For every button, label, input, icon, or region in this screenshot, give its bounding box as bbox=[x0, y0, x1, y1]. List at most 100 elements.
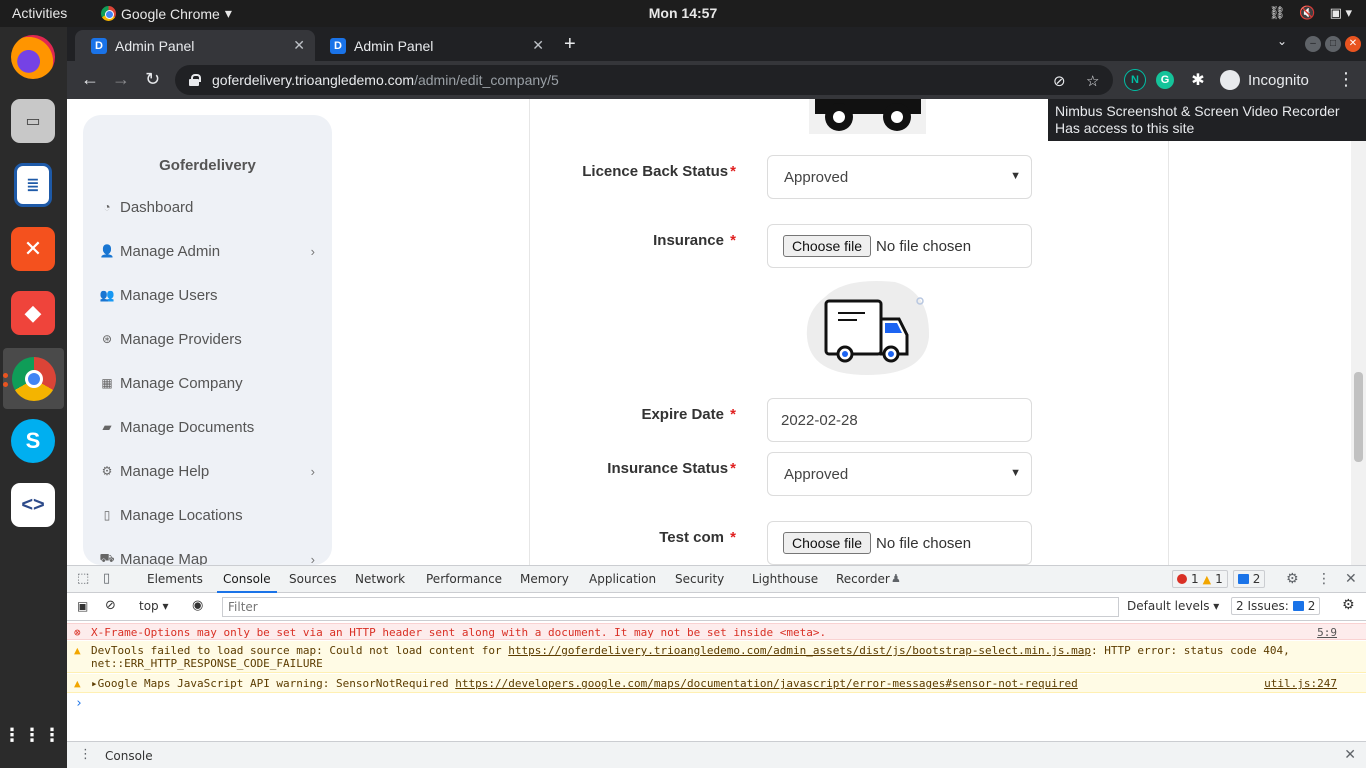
drawer-menu-icon[interactable]: ⋮ bbox=[79, 747, 92, 762]
close-devtools-icon[interactable]: ✕ bbox=[1345, 571, 1357, 587]
sidebar-item-manage-map[interactable]: ⛟ Manage Map › bbox=[99, 545, 315, 566]
dock-anydesk[interactable]: ◆ bbox=[8, 288, 58, 338]
insurance-file-input[interactable]: Choose file No file chosen bbox=[767, 224, 1032, 268]
error-warning-counter[interactable]: 1 ▲ 1 bbox=[1172, 570, 1228, 588]
sidebar-item-manage-company[interactable]: ▦ Manage Company bbox=[100, 369, 315, 397]
message-source-link[interactable]: util.js:247 bbox=[1264, 677, 1337, 690]
sidebar-item-manage-documents[interactable]: ▰ Manage Documents bbox=[100, 413, 315, 441]
console-counters[interactable]: 1 ▲ 1 2 bbox=[1172, 570, 1266, 588]
devtools-tab-security[interactable]: Security bbox=[675, 572, 724, 586]
drawer-tab-console[interactable]: Console bbox=[105, 749, 153, 763]
choose-file-button[interactable]: Choose file bbox=[783, 532, 872, 554]
bookmark-star-icon[interactable]: ☆ bbox=[1086, 72, 1099, 90]
incognito-indicator[interactable]: Incognito bbox=[1220, 67, 1309, 93]
console-settings-gear-icon[interactable]: ⚙ bbox=[1342, 597, 1355, 613]
expand-arrow-icon[interactable]: ▸ bbox=[91, 677, 98, 690]
console-prompt-icon[interactable]: › bbox=[75, 696, 83, 711]
extensions-puzzle-icon[interactable]: ✱ bbox=[1187, 69, 1209, 91]
browser-tab[interactable]: D Admin Panel ✕ bbox=[75, 30, 315, 61]
devtools-tab-console[interactable]: Console bbox=[217, 572, 277, 593]
sidebar-toggle-icon[interactable]: ▣ bbox=[77, 599, 88, 613]
message-counter[interactable]: 2 bbox=[1232, 570, 1266, 588]
message-source-link[interactable]: 5:9 bbox=[1317, 626, 1337, 639]
chevron-right-icon: › bbox=[310, 243, 315, 259]
issues-button[interactable]: 2 Issues: 2 bbox=[1231, 597, 1321, 615]
licence-back-status-select[interactable]: Approved ▼ bbox=[767, 155, 1032, 199]
tab-search-icon[interactable]: ⌄ bbox=[1277, 34, 1287, 48]
insurance-label: Insurance * bbox=[653, 232, 736, 249]
sidebar-item-manage-providers[interactable]: ⊛ Manage Providers bbox=[100, 325, 315, 353]
maximize-button[interactable]: □ bbox=[1325, 36, 1341, 52]
close-window-button[interactable]: ✕ bbox=[1345, 36, 1361, 52]
sidebar-item-manage-admin[interactable]: 👤 Manage Admin › bbox=[100, 237, 315, 265]
log-levels-dropdown[interactable]: Default levels ▾ bbox=[1127, 599, 1219, 613]
dock-firefox[interactable] bbox=[8, 32, 58, 82]
devtools-menu-icon[interactable]: ⋮ bbox=[1317, 571, 1331, 587]
forward-icon[interactable]: → bbox=[112, 69, 130, 90]
browser-tab[interactable]: D Admin Panel ✕ bbox=[314, 30, 554, 61]
scrollbar-thumb[interactable] bbox=[1354, 372, 1363, 462]
console-error-message[interactable]: ⊗ X-Frame-Options may only be set via an… bbox=[67, 623, 1366, 640]
sidebar-item-dashboard[interactable]: ◔ Dashboard bbox=[100, 193, 315, 221]
dock-show-apps[interactable]: ⋮⋮⋮ bbox=[3, 710, 61, 760]
network-icon: ⛓ bbox=[1268, 5, 1286, 20]
choose-file-button[interactable]: Choose file bbox=[783, 235, 872, 257]
message-link[interactable]: https://developers.google.com/maps/docum… bbox=[455, 677, 1078, 690]
grammarly-extension-icon[interactable]: G bbox=[1156, 71, 1174, 89]
flask-icon: ♟ bbox=[891, 572, 901, 585]
new-tab-button[interactable]: + bbox=[564, 33, 576, 56]
dock-xampp[interactable]: ✕ bbox=[8, 224, 58, 274]
activities-button[interactable]: Activities bbox=[12, 5, 67, 21]
sidebar-item-manage-users[interactable]: 👥 Manage Users bbox=[100, 281, 315, 309]
app-menu[interactable]: Google Chrome ▾ bbox=[101, 5, 232, 22]
page-scrollbar[interactable] bbox=[1351, 99, 1366, 565]
devtools-tab-application[interactable]: Application bbox=[589, 572, 656, 586]
context-selector[interactable]: top ▾ bbox=[139, 599, 169, 613]
close-drawer-icon[interactable]: ✕ bbox=[1344, 747, 1356, 763]
message-link[interactable]: https://goferdelivery.trioangledemo.com/… bbox=[508, 644, 1091, 657]
reload-icon[interactable]: ↻ bbox=[145, 69, 160, 90]
dock-skype[interactable]: S bbox=[8, 416, 58, 466]
dock-files[interactable]: ▭ bbox=[8, 96, 58, 146]
sidebar-brand[interactable]: Goferdelivery bbox=[83, 157, 332, 174]
sidebar-item-label: Manage Providers bbox=[120, 330, 242, 348]
eye-off-icon[interactable]: ⊘ bbox=[1053, 72, 1066, 90]
console-warning-message[interactable]: ▲ DevTools failed to load source map: Co… bbox=[67, 641, 1366, 673]
warning-icon: ▲ bbox=[1202, 572, 1212, 586]
sidebar-item-manage-help[interactable]: ⚙ Manage Help › bbox=[100, 457, 315, 485]
devtools-tab-elements[interactable]: Elements bbox=[147, 572, 203, 586]
expire-date-input[interactable]: 2022-02-28 bbox=[767, 398, 1032, 442]
devtools-tab-recorder[interactable]: Recorder bbox=[836, 572, 890, 586]
devtools-tab-performance[interactable]: Performance bbox=[426, 572, 502, 586]
devtools-panel: ⬚ ▯ Elements Console Sources Network Per… bbox=[67, 565, 1366, 768]
inspect-element-icon[interactable]: ⬚ bbox=[77, 571, 89, 586]
devtools-tab-lighthouse[interactable]: Lighthouse bbox=[752, 572, 818, 586]
browser-menu-icon[interactable]: ⋮ bbox=[1337, 69, 1355, 90]
devtools-tab-memory[interactable]: Memory bbox=[520, 572, 569, 586]
dock-chrome[interactable] bbox=[3, 348, 64, 409]
nimbus-extension-icon[interactable]: N bbox=[1124, 69, 1146, 91]
settings-gear-icon[interactable]: ⚙ bbox=[1286, 571, 1299, 587]
dock-writer[interactable]: ≣ bbox=[8, 160, 58, 210]
clear-console-icon[interactable]: ⊘ bbox=[105, 598, 116, 613]
close-tab-icon[interactable]: ✕ bbox=[532, 37, 544, 54]
system-tray[interactable]: ⛓ 🔇 ▣ ▾ bbox=[1269, 5, 1352, 21]
code-icon: <> bbox=[11, 483, 55, 527]
live-expression-eye-icon[interactable]: ◉ bbox=[192, 598, 203, 613]
address-bar[interactable]: goferdelivery.trioangledemo.com /admin/e… bbox=[175, 65, 1113, 95]
minimize-button[interactable]: – bbox=[1305, 36, 1321, 52]
devtools-tab-network[interactable]: Network bbox=[355, 572, 405, 586]
required-mark: * bbox=[730, 406, 736, 423]
close-tab-icon[interactable]: ✕ bbox=[293, 37, 305, 54]
insurance-status-select[interactable]: Approved ▼ bbox=[767, 452, 1032, 496]
file-status-text: No file chosen bbox=[876, 237, 972, 255]
console-filter-input[interactable] bbox=[222, 597, 1119, 617]
devtools-tab-sources[interactable]: Sources bbox=[289, 572, 336, 586]
dock-code-editor[interactable]: <> bbox=[8, 480, 58, 530]
sidebar-item-manage-locations[interactable]: ▯ Manage Locations bbox=[100, 501, 315, 529]
date-value: 2022-02-28 bbox=[781, 411, 858, 429]
device-toolbar-icon[interactable]: ▯ bbox=[103, 571, 110, 586]
console-warning-message[interactable]: ▲ ▸Google Maps JavaScript API warning: S… bbox=[67, 674, 1366, 693]
test-com-file-input[interactable]: Choose file No file chosen bbox=[767, 521, 1032, 565]
back-icon[interactable]: ← bbox=[81, 69, 99, 90]
